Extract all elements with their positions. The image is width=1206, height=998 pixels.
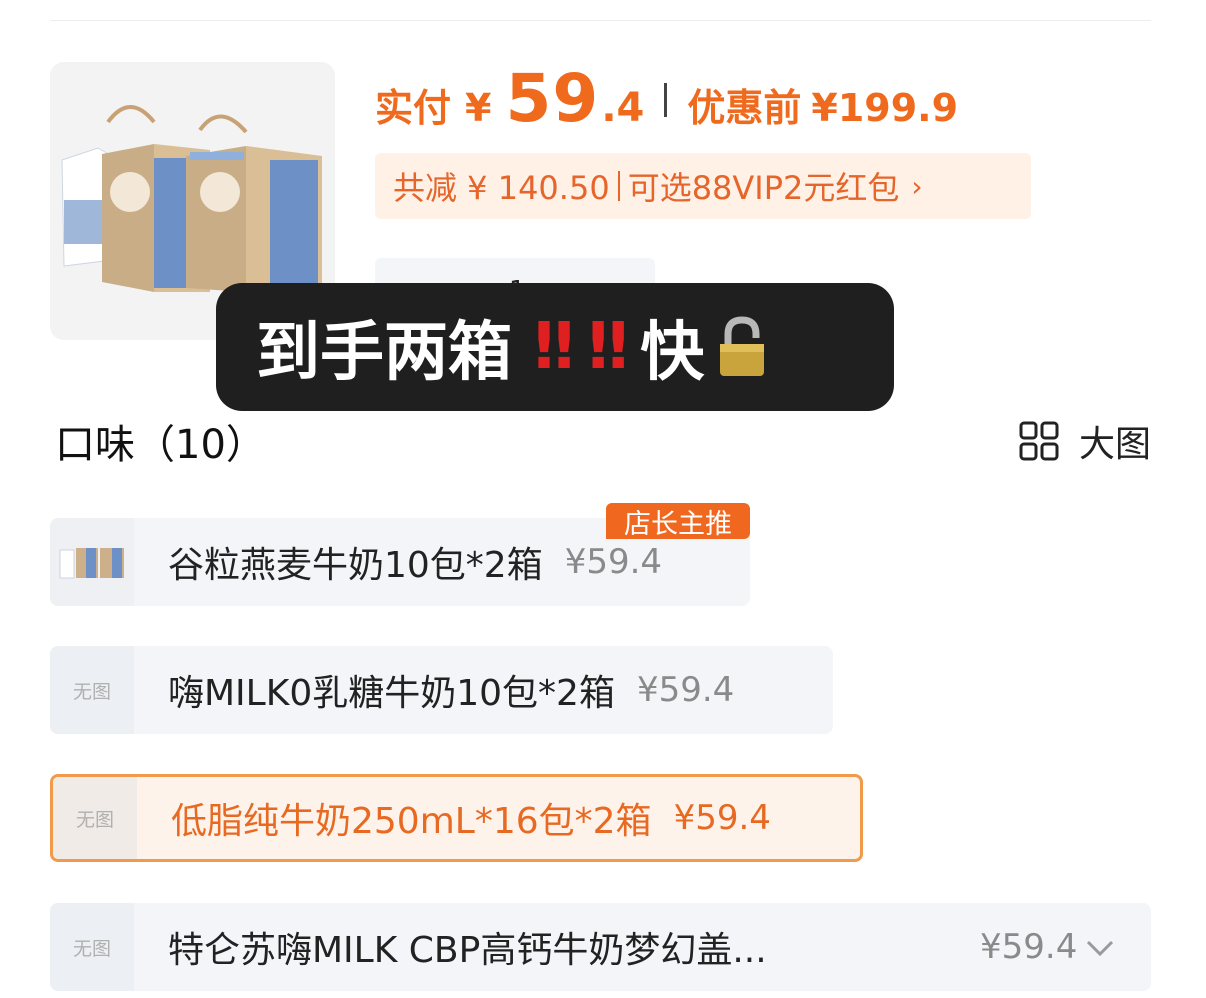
- grid-icon: [1019, 421, 1059, 461]
- chevron-right-icon: ›: [911, 169, 923, 203]
- discount-divider: [617, 171, 620, 201]
- option-price: ¥59.4: [564, 542, 663, 582]
- option-price: ¥59.4: [980, 927, 1078, 967]
- option-name: 谷粒燕麦牛奶10包*2箱: [168, 545, 543, 586]
- caption-text: 到手两箱: [256, 316, 512, 390]
- original-price: ¥199.9: [811, 86, 959, 130]
- paid-label: 实付: [375, 86, 452, 130]
- option-price: ¥59.4: [636, 670, 735, 710]
- original-label: 优惠前: [687, 86, 802, 130]
- discount-banner[interactable]: 共减 ¥ 140.50 可选88VIP2元红包 ›: [375, 153, 1031, 219]
- no-image-placeholder: 无图: [50, 646, 134, 734]
- chevron-down-icon[interactable]: [1086, 939, 1114, 957]
- big-image-toggle[interactable]: 大图: [1019, 415, 1151, 467]
- double-exclamation-icon: ‼: [588, 310, 628, 384]
- unlock-icon: [720, 316, 765, 376]
- price-separator: [664, 83, 668, 117]
- no-image-placeholder: 无图: [50, 903, 134, 991]
- recommend-badge: 店长主推: [606, 503, 750, 540]
- double-exclamation-icon: ‼: [534, 310, 574, 384]
- option-name: 嗨MILK0乳糖牛奶10包*2箱: [168, 673, 615, 714]
- option-thumbnail: [50, 518, 134, 606]
- flavor-option[interactable]: 无图 嗨MILK0乳糖牛奶10包*2箱 ¥59.4: [50, 646, 833, 734]
- option-price: ¥59.4: [673, 798, 771, 838]
- coupon-option: 可选88VIP2元红包: [627, 169, 900, 207]
- price-row: 实付 ¥ 59 .4 优惠前 ¥199.9: [375, 60, 958, 140]
- milk-box-thumbnail-icon: [59, 548, 124, 579]
- flavor-option-selected[interactable]: 无图 低脂纯牛奶250mL*16包*2箱 ¥59.4: [50, 774, 863, 862]
- discount-total: 共减 ¥ 140.50: [393, 169, 610, 207]
- flavor-option[interactable]: 无图 特仑苏嗨MILK CBP高钙牛奶梦幻盖... ¥59.4: [50, 903, 1151, 991]
- price-decimal: .4: [601, 85, 645, 131]
- big-image-label: 大图: [1078, 424, 1151, 465]
- caption-tail: 快: [640, 316, 705, 390]
- price-integer: 59: [505, 60, 600, 137]
- flavor-title: 口味（10）: [55, 422, 266, 468]
- currency-symbol: ¥: [465, 86, 492, 130]
- no-image-placeholder: 无图: [53, 777, 137, 859]
- option-name: 特仑苏嗨MILK CBP高钙牛奶梦幻盖...: [168, 930, 767, 971]
- top-divider: [50, 20, 1151, 21]
- overlay-caption: 到手两箱 ‼ ‼ 快: [216, 283, 894, 411]
- option-name: 低脂纯牛奶250mL*16包*2箱: [171, 801, 652, 842]
